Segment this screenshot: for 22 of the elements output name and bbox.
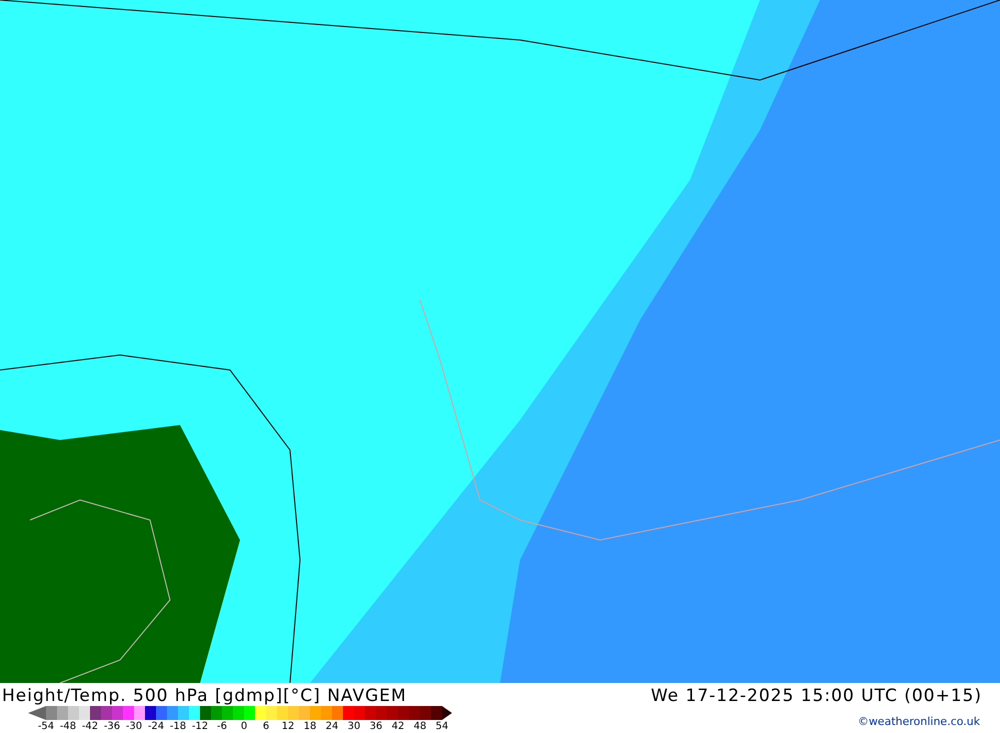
scale-label: 12 [280, 720, 296, 733]
scale-label: -42 [80, 720, 100, 733]
scale-label: -36 [102, 720, 122, 733]
scale-label: -12 [190, 720, 210, 733]
scale-label: 36 [368, 720, 384, 733]
scale-label: 54 [434, 720, 450, 733]
credit-link[interactable]: ©weatheronline.co.uk [858, 715, 980, 728]
scale-label: -24 [146, 720, 166, 733]
scale-label: 18 [302, 720, 318, 733]
scale-label: -18 [168, 720, 188, 733]
valid-time: We 17-12-2025 15:00 UTC (00+15) [650, 686, 982, 706]
scale-label: 0 [240, 720, 248, 733]
scale-label: -48 [58, 720, 78, 733]
scale-label: -30 [124, 720, 144, 733]
chart-title: Height/Temp. 500 hPa [gdmp][°C] NAVGEM [2, 686, 407, 706]
scale-label: 6 [262, 720, 270, 733]
scale-label: -6 [216, 720, 228, 733]
scale-label: 48 [412, 720, 428, 733]
scale-label: 30 [346, 720, 362, 733]
scale-label: -54 [36, 720, 56, 733]
scale-label: 24 [324, 720, 340, 733]
scale-label: 42 [390, 720, 406, 733]
